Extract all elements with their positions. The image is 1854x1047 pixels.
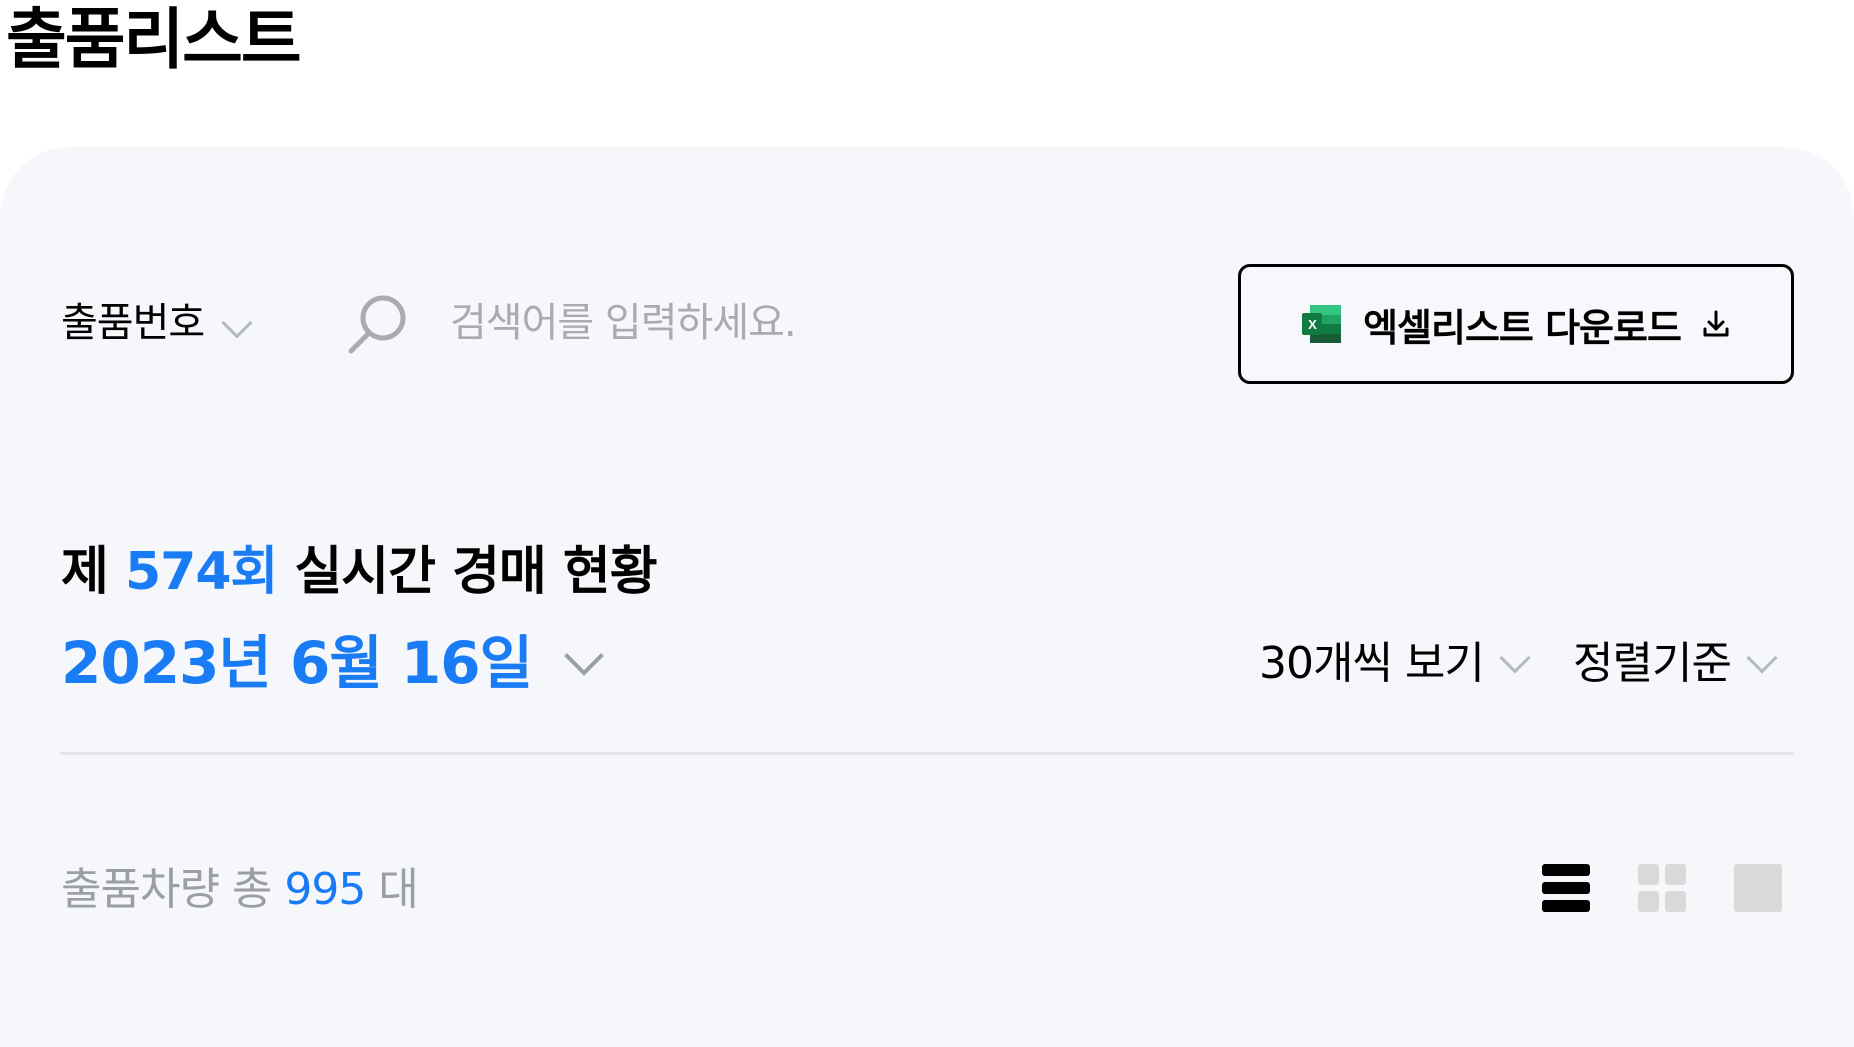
chevron-down-icon	[1746, 642, 1778, 674]
auction-heading: 제 574회 실시간 경매 현황	[61, 540, 658, 604]
chevron-down-icon	[221, 307, 253, 339]
per-page-select[interactable]: 30개씩 보기	[1259, 636, 1531, 692]
auction-date: 2023년 6월 16일	[61, 629, 533, 697]
per-page-label: 30개씩 보기	[1259, 638, 1485, 689]
chevron-down-icon	[1499, 642, 1531, 674]
search-input[interactable]	[450, 296, 1170, 350]
auction-round: 574회	[124, 542, 278, 602]
sort-select[interactable]: 정렬기준	[1573, 636, 1778, 692]
sort-label: 정렬기준	[1573, 638, 1732, 689]
excel-download-label: 엑셀리스트 다운로드	[1363, 305, 1682, 350]
list-view-icon[interactable]	[1542, 864, 1590, 912]
excel-download-button[interactable]: X 엑셀리스트 다운로드	[1238, 264, 1794, 384]
single-view-icon[interactable]	[1734, 864, 1782, 912]
auction-date-select[interactable]: 2023년 6월 16일	[61, 628, 604, 698]
search-icon[interactable]	[345, 292, 409, 356]
divider	[60, 752, 1794, 755]
vehicle-count: 출품차량 총 995 대	[61, 862, 419, 918]
search-field-select[interactable]: 출품번호	[61, 298, 253, 348]
auction-suffix: 실시간 경매 현황	[294, 542, 657, 602]
page-title: 출품리스트	[6, 1, 302, 78]
search-field-label: 출품번호	[61, 300, 205, 346]
grid-view-icon[interactable]	[1638, 864, 1686, 912]
count-label: 출품차량 총	[61, 864, 272, 915]
count-unit: 대	[378, 864, 418, 915]
download-icon	[1703, 310, 1729, 337]
auction-prefix: 제	[61, 542, 109, 602]
excel-icon: X	[1302, 305, 1342, 343]
chevron-down-icon	[564, 636, 604, 676]
svg-text:X: X	[1308, 317, 1317, 332]
count-value: 995	[284, 864, 366, 915]
